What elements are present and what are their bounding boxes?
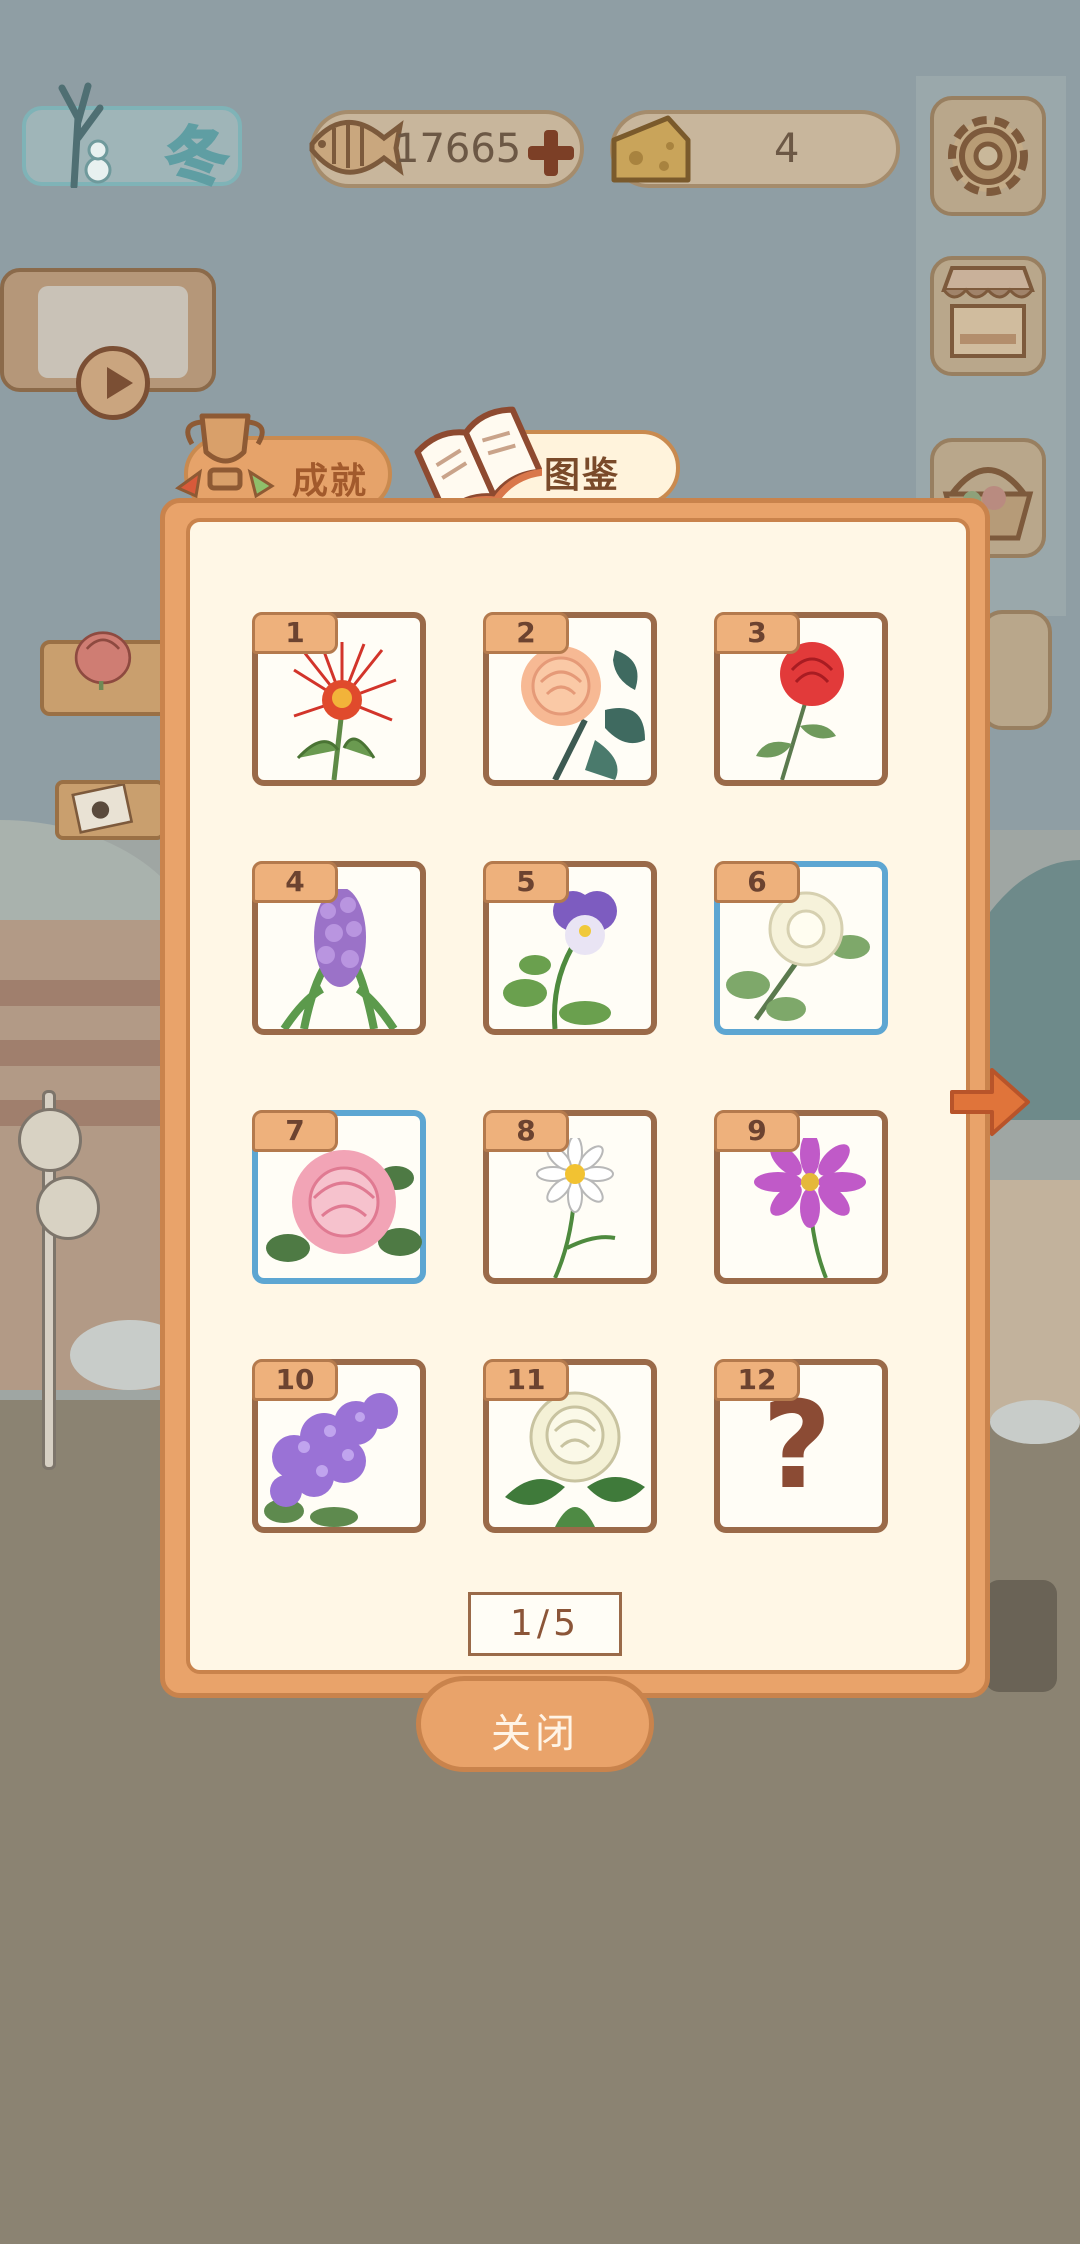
- hyacinth-icon: [280, 889, 398, 1029]
- card-number: 10: [252, 1359, 338, 1401]
- winter-tree-icon: [58, 82, 112, 188]
- card-number: 2: [483, 612, 569, 654]
- tab-collection-label: 图鉴: [544, 455, 621, 496]
- flower-card-10[interactable]: 10: [252, 1359, 426, 1533]
- plus-icon[interactable]: [524, 126, 578, 180]
- arrow-right-icon[interactable]: [946, 1064, 1032, 1140]
- card-number: 11: [483, 1359, 569, 1401]
- close-button-label: 关闭: [491, 1711, 579, 1757]
- white-camellia-icon: [505, 1391, 645, 1527]
- shop-button[interactable]: [930, 256, 1046, 376]
- flower-card-1[interactable]: 1: [252, 612, 426, 786]
- trophy-icon: [175, 413, 275, 499]
- snow-lamp: [36, 1176, 100, 1240]
- photo-icon: [71, 782, 134, 834]
- flower-card-6[interactable]: 6: [714, 861, 888, 1035]
- tab-achievements-label: 成就: [292, 461, 369, 502]
- unknown-flower-icon: ?: [762, 1377, 832, 1516]
- white-gardenia-icon: [726, 891, 870, 1021]
- flower-card-7[interactable]: 7: [252, 1110, 426, 1284]
- house-right: [980, 1180, 1080, 1420]
- flower-card-3[interactable]: 3: [714, 612, 888, 786]
- event-button[interactable]: [980, 610, 1052, 730]
- cosmos-icon: [754, 1138, 866, 1278]
- flower-card-11[interactable]: 11: [483, 1359, 657, 1533]
- fish-coin-counter[interactable]: 17665: [309, 110, 584, 188]
- play-icon[interactable]: [76, 346, 150, 420]
- side-tab-album[interactable]: [55, 780, 165, 840]
- card-number: 6: [714, 861, 800, 903]
- season-label: 冬: [164, 119, 229, 195]
- rose-icon: [74, 631, 132, 690]
- snow-lamp: [18, 1108, 82, 1172]
- red-rose-icon: [756, 642, 844, 780]
- gear-icon: [948, 116, 1028, 196]
- npc-portrait[interactable]: [985, 1580, 1057, 1692]
- fish-coin-value: 17665: [394, 126, 522, 172]
- settings-button[interactable]: [930, 96, 1046, 216]
- card-number: 8: [483, 1110, 569, 1152]
- red-spider-lily-icon: [293, 642, 397, 780]
- cheese-value: 4: [774, 126, 800, 172]
- card-number: 12: [714, 1359, 800, 1401]
- flower-card-8[interactable]: 8: [483, 1110, 657, 1284]
- daisy-icon: [536, 1138, 616, 1278]
- snow-pile: [990, 1400, 1080, 1444]
- cheese-counter: 4: [610, 110, 900, 188]
- card-number: 4: [252, 861, 338, 903]
- peach-rose-icon: [521, 646, 645, 780]
- flower-card-5[interactable]: 5: [483, 861, 657, 1035]
- close-button[interactable]: 关闭: [416, 1676, 654, 1772]
- cheese-icon: [611, 115, 691, 183]
- flower-card-2[interactable]: 2: [483, 612, 657, 786]
- card-number: 5: [483, 861, 569, 903]
- pansy-icon: [503, 891, 617, 1029]
- flower-card-9[interactable]: 9: [714, 1110, 888, 1284]
- season-badge[interactable]: 冬: [18, 58, 248, 195]
- card-number: 9: [714, 1110, 800, 1152]
- shop-stall-icon: [941, 266, 1035, 358]
- card-number: 3: [714, 612, 800, 654]
- lilac-icon: [264, 1393, 398, 1527]
- flower-card-12-locked[interactable]: ? 12: [714, 1359, 888, 1533]
- fish-bone-icon: [309, 120, 404, 176]
- video-reward-card[interactable]: [0, 268, 216, 420]
- card-number: 1: [252, 612, 338, 654]
- pink-peony-icon: [266, 1150, 422, 1262]
- page-indicator: 1/5: [468, 1592, 622, 1656]
- card-number: 7: [252, 1110, 338, 1152]
- flower-card-4[interactable]: 4: [252, 861, 426, 1035]
